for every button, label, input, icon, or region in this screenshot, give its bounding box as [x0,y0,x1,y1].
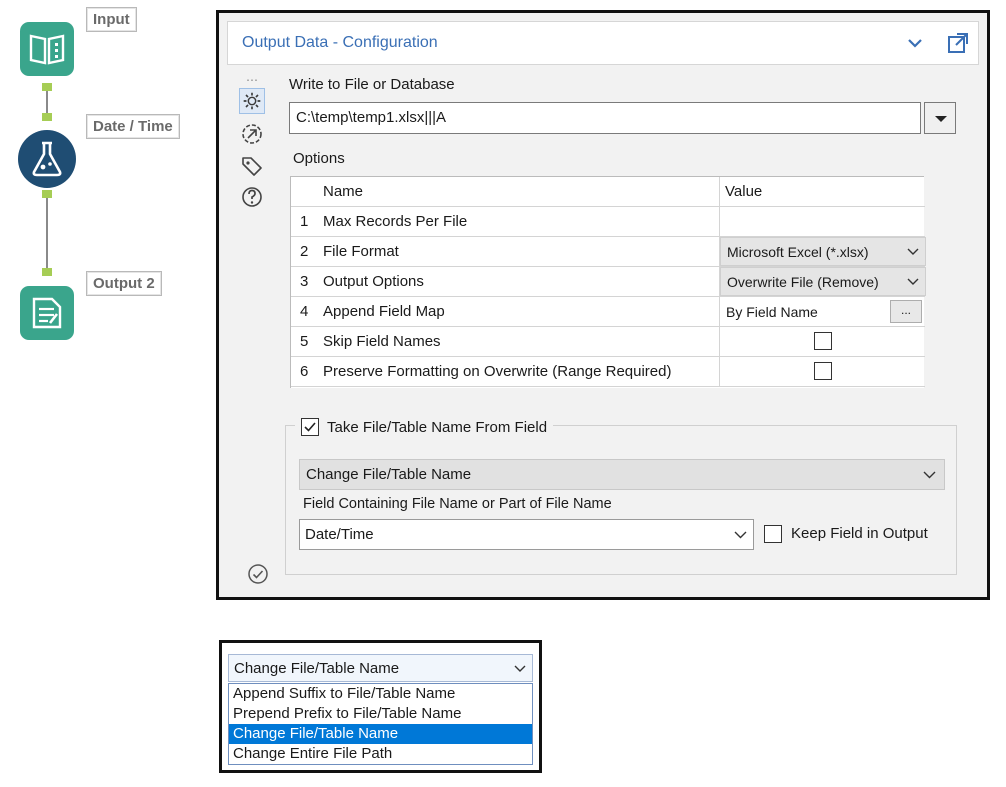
option-value-cell: Overwrite File (Remove) [719,267,926,296]
config-header: Output Data - Configuration [227,21,979,65]
dropdown-option-change-name[interactable]: Change File/Table Name [229,724,532,744]
table-row: 3 Output Options Overwrite File (Remove) [291,267,926,297]
take-name-label: Take File/Table Name From Field [327,418,548,436]
connection-icon[interactable] [239,121,265,147]
chevron-down-icon [907,248,919,255]
row-number: 5 [300,333,309,350]
chevron-down-icon[interactable] [906,35,924,51]
append-field-map-button[interactable]: ... [890,300,922,323]
change-mode-select[interactable]: Change File/Table Name [299,459,945,490]
options-label: Options [293,150,345,167]
flask-icon [32,141,62,177]
append-field-map-value: By Field Name [726,304,818,320]
option-name: Skip Field Names [323,333,441,350]
row-number: 3 [300,273,309,290]
side-rail: ⋯ [237,71,267,591]
pop-out-icon[interactable] [946,31,970,55]
chevron-down-icon [923,471,936,479]
option-name: Append Field Map [323,303,445,320]
row-number: 2 [300,243,309,260]
file-format-value: Microsoft Excel (*.xlsx) [727,244,869,260]
option-value-cell [719,357,925,386]
dropdown-list: Append Suffix to File/Table Name Prepend… [228,683,533,765]
output-tool[interactable] [20,286,74,340]
output-options-value: Overwrite File (Remove) [727,274,879,290]
field-value: Date/Time [305,526,374,543]
connection-line [46,198,48,268]
option-value-cell [719,327,925,356]
tool-label-datetime: Date / Time [86,114,180,139]
path-dropdown-button[interactable] [924,102,956,134]
keep-field-checkbox[interactable] [764,525,782,543]
input-anchor[interactable] [42,268,52,276]
input-anchor[interactable] [42,113,52,121]
option-name: Output Options [323,273,424,290]
output-anchor[interactable] [42,190,52,198]
keep-field-label: Keep Field in Output [791,525,928,542]
chevron-down-icon [514,665,526,672]
dropdown-option-prepend-prefix[interactable]: Prepend Prefix to File/Table Name [229,704,532,724]
option-value-cell: By Field Name ... [719,297,925,326]
gear-icon[interactable] [239,88,265,114]
check-circle-icon [248,564,268,584]
dropdown-selected-value: Change File/Table Name [234,660,400,677]
help-icon[interactable] [239,184,265,210]
option-value-cell: Microsoft Excel (*.xlsx) [719,237,926,266]
tool-label-input: Input [86,7,137,32]
change-mode-dropdown[interactable]: Change File/Table Name [228,654,533,682]
take-name-checkbox[interactable] [301,418,319,436]
column-header-value: Value [725,183,763,200]
table-row: 5 Skip Field Names [291,327,925,357]
skip-field-names-checkbox[interactable] [814,332,832,350]
options-grid: Name Value 1 Max Records Per File 2 File… [290,176,926,388]
book-icon [29,34,65,65]
change-mode-value: Change File/Table Name [306,466,472,483]
document-icon [32,297,62,329]
option-name: File Format [323,243,399,260]
dropdown-option-append-suffix[interactable]: Append Suffix to File/Table Name [229,684,532,704]
grid-header: Name Value [291,177,925,207]
take-name-legend: Take File/Table Name From Field [295,415,554,439]
column-header-name: Name [323,183,364,200]
output-anchor[interactable] [42,83,52,91]
table-row: 1 Max Records Per File [291,207,925,237]
field-select[interactable]: Date/Time [299,519,754,550]
row-number: 6 [300,363,309,380]
write-to-label: Write to File or Database [289,76,455,93]
table-row: 6 Preserve Formatting on Overwrite (Rang… [291,357,925,387]
table-row: 2 File Format Microsoft Excel (*.xlsx) [291,237,926,267]
configuration-window: Output Data - Configuration ⋯ Write to F… [216,10,990,600]
max-records-input[interactable] [719,207,925,236]
connection-line [46,91,48,113]
row-number: 4 [300,303,309,320]
chevron-down-icon [734,531,747,539]
option-name: Preserve Formatting on Overwrite (Range … [323,363,672,380]
input-tool[interactable] [20,22,74,76]
dropdown-option-change-path[interactable]: Change Entire File Path [229,744,532,764]
option-name: Max Records Per File [323,213,468,230]
file-format-select[interactable]: Microsoft Excel (*.xlsx) [720,237,926,266]
datetime-tool[interactable] [18,130,76,188]
table-row: 4 Append Field Map By Field Name ... [291,297,925,327]
chevron-down-icon [907,278,919,285]
output-options-select[interactable]: Overwrite File (Remove) [720,267,926,296]
file-path-input[interactable]: C:\temp\temp1.xlsx|||A [289,102,921,134]
tag-icon[interactable] [239,153,265,179]
tool-label-output: Output 2 [86,271,162,296]
preserve-formatting-checkbox[interactable] [814,362,832,380]
row-number: 1 [300,213,309,230]
dropdown-snippet: Change File/Table Name Append Suffix to … [219,640,542,773]
config-title: Output Data - Configuration [242,34,438,51]
rail-grip-icon: ⋯ [246,73,259,87]
field-containing-label: Field Containing File Name or Part of Fi… [303,496,612,512]
